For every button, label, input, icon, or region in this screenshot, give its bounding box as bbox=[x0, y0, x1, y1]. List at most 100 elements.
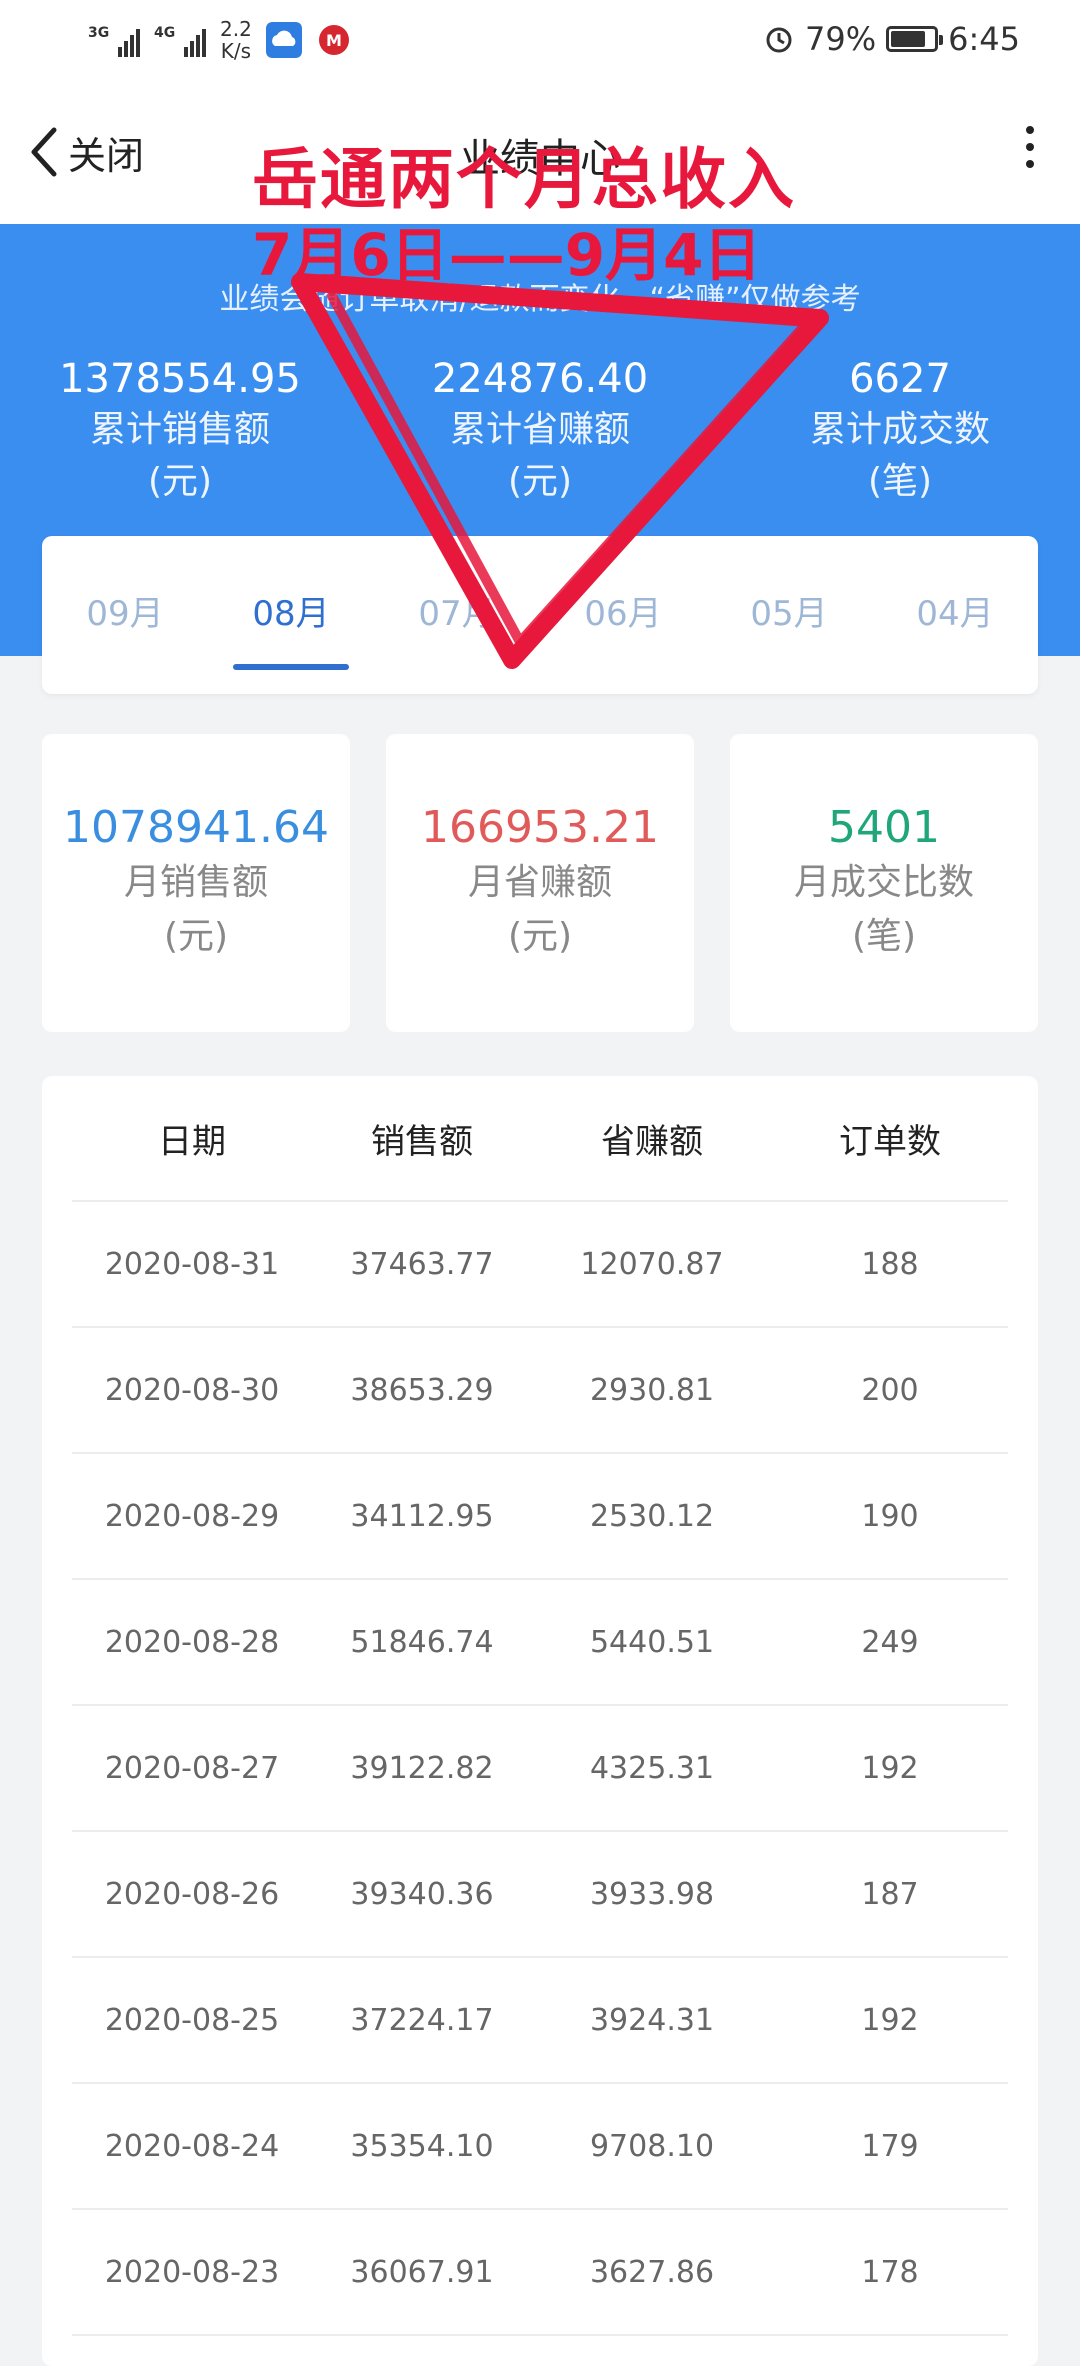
monthly-sales-value: 1078941.64 bbox=[63, 802, 329, 853]
cell-earnings: 4325.31 bbox=[589, 1750, 715, 1786]
tab-07[interactable]: 07月 bbox=[374, 536, 540, 694]
cell-date: 2020-08-23 bbox=[104, 2254, 280, 2290]
totals-row: 1378554.95 累计销售额 (元) 224876.40 累计省赚额 (元)… bbox=[0, 354, 1080, 508]
clock-time: 6:45 bbox=[948, 20, 1020, 58]
cell-earnings: 2530.12 bbox=[589, 1498, 715, 1534]
cell-sales: 51846.74 bbox=[350, 1624, 494, 1660]
cell-date: 2020-08-31 bbox=[104, 1246, 280, 1282]
header-orders: 订单数 bbox=[839, 1121, 941, 1162]
total-orders-unit: (笔) bbox=[867, 461, 933, 502]
cell-orders: 192 bbox=[861, 1750, 919, 1786]
svg-text:M: M bbox=[326, 31, 342, 50]
cell-date: 2020-08-30 bbox=[104, 1372, 280, 1408]
table-row[interactable]: 2020-08-31 37463.77 12070.87 188 bbox=[72, 1202, 1008, 1328]
more-dot-icon bbox=[1026, 143, 1034, 151]
cell-earnings: 9708.10 bbox=[589, 2128, 715, 2164]
monthly-earnings-label: 月省赚额 bbox=[467, 862, 612, 903]
cell-sales: 35354.10 bbox=[350, 2128, 494, 2164]
cell-orders: 178 bbox=[861, 2254, 919, 2290]
cell-orders: 179 bbox=[861, 2128, 919, 2164]
monthly-orders-unit: (笔) bbox=[851, 916, 917, 957]
cell-orders: 190 bbox=[861, 1498, 919, 1534]
status-right: 79% 6:45 bbox=[763, 20, 1020, 58]
cell-sales: 37224.17 bbox=[350, 2002, 494, 2038]
cell-orders: 200 bbox=[861, 1372, 919, 1408]
monthly-sales-card: 1078941.64 月销售额 (元) bbox=[42, 734, 350, 1032]
total-sales: 1378554.95 累计销售额 (元) bbox=[0, 354, 360, 508]
monthly-orders-card: 5401 月成交比数 (笔) bbox=[730, 734, 1038, 1032]
monthly-earnings-card: 166953.21 月省赚额 (元) bbox=[386, 734, 694, 1032]
network-type-1: 3G bbox=[88, 25, 110, 41]
tab-08[interactable]: 08月 bbox=[208, 536, 374, 694]
cloud-app-icon bbox=[265, 22, 302, 58]
signal-icon-2: 4G bbox=[154, 23, 206, 57]
total-earnings-label: 累计省赚额 bbox=[449, 409, 630, 450]
cell-sales: 39122.82 bbox=[350, 1750, 494, 1786]
table-row[interactable]: 2020-08-29 34112.95 2530.12 190 bbox=[72, 1454, 1008, 1580]
table-row[interactable]: 2020-08-28 51846.74 5440.51 249 bbox=[72, 1580, 1008, 1706]
header-sales: 销售额 bbox=[371, 1121, 473, 1162]
cell-date: 2020-08-25 bbox=[104, 2002, 280, 2038]
speed-unit: K/s bbox=[220, 39, 252, 63]
total-earnings-unit: (元) bbox=[507, 461, 573, 502]
total-sales-unit: (元) bbox=[147, 461, 213, 502]
more-menu-button[interactable] bbox=[1024, 126, 1036, 177]
alarm-icon bbox=[766, 27, 792, 53]
speed-value: 2.2 bbox=[220, 17, 252, 41]
cell-orders: 192 bbox=[861, 2002, 919, 2038]
battery-percent: 79% bbox=[805, 20, 877, 58]
network-speed: 2.2 K/s bbox=[220, 18, 252, 62]
table-row[interactable]: 2020-08-25 37224.17 3924.31 192 bbox=[72, 1958, 1008, 2084]
cell-sales: 36067.91 bbox=[350, 2254, 494, 2290]
header-date: 日期 bbox=[158, 1121, 226, 1162]
cell-earnings: 2930.81 bbox=[589, 1372, 715, 1408]
table-row[interactable]: 2020-08-24 35354.10 9708.10 179 bbox=[72, 2084, 1008, 2210]
cell-date: 2020-08-24 bbox=[104, 2128, 280, 2164]
more-dot-icon bbox=[1026, 126, 1034, 134]
table-row[interactable]: 2020-08-27 39122.82 4325.31 192 bbox=[72, 1706, 1008, 1832]
annotation-date-range: 7月6日——9月4日 bbox=[252, 221, 762, 289]
table-row[interactable]: 2020-08-30 38653.29 2930.81 200 bbox=[72, 1328, 1008, 1454]
month-tabs: 09月 08月 07月 06月 05月 04月 bbox=[42, 536, 1038, 694]
monthly-orders-label: 月成交比数 bbox=[793, 862, 974, 903]
total-orders-label: 累计成交数 bbox=[809, 409, 990, 450]
table-header: 日期 销售额 省赚额 订单数 bbox=[72, 1076, 1008, 1202]
monthly-sales-unit: (元) bbox=[163, 916, 229, 957]
signal-icon: 3G bbox=[88, 23, 140, 57]
cell-orders: 187 bbox=[861, 1876, 919, 1912]
cell-date: 2020-08-28 bbox=[104, 1624, 280, 1660]
network-type-2: 4G bbox=[154, 25, 176, 41]
cell-sales: 34112.95 bbox=[350, 1498, 494, 1534]
tab-06[interactable]: 06月 bbox=[540, 536, 706, 694]
more-dot-icon bbox=[1026, 160, 1034, 168]
cell-earnings: 3627.86 bbox=[589, 2254, 715, 2290]
total-sales-label: 累计销售额 bbox=[89, 409, 270, 450]
total-orders-value: 6627 bbox=[849, 356, 951, 402]
cell-earnings: 3924.31 bbox=[589, 2002, 715, 2038]
tab-04[interactable]: 04月 bbox=[872, 536, 1038, 694]
header-earnings: 省赚额 bbox=[601, 1121, 703, 1162]
status-left: 3G 4G 2.2 K/s M bbox=[88, 18, 352, 62]
daily-table: 日期 销售额 省赚额 订单数 2020-08-31 37463.77 12070… bbox=[42, 1076, 1038, 2366]
monthly-cards: 1078941.64 月销售额 (元) 166953.21 月省赚额 (元) 5… bbox=[42, 734, 1038, 1032]
table-row[interactable]: 2020-08-26 39340.36 3933.98 187 bbox=[72, 1832, 1008, 1958]
tab-05[interactable]: 05月 bbox=[706, 536, 872, 694]
cell-earnings: 3933.98 bbox=[589, 1876, 715, 1912]
cell-earnings: 12070.87 bbox=[580, 1246, 724, 1282]
cell-sales: 37463.77 bbox=[350, 1246, 494, 1282]
cell-orders: 249 bbox=[861, 1624, 919, 1660]
status-bar: 3G 4G 2.2 K/s M 79% 6:45 bbox=[0, 0, 1080, 80]
cell-date: 2020-08-29 bbox=[104, 1498, 280, 1534]
monthly-sales-label: 月销售额 bbox=[123, 862, 268, 903]
bank-app-icon: M bbox=[318, 25, 349, 55]
monthly-earnings-unit: (元) bbox=[507, 916, 573, 957]
cell-date: 2020-08-27 bbox=[104, 1750, 280, 1786]
table-row[interactable]: 2020-08-23 36067.91 3627.86 178 bbox=[72, 2210, 1008, 2336]
cell-sales: 39340.36 bbox=[350, 1876, 494, 1912]
cell-earnings: 5440.51 bbox=[589, 1624, 715, 1660]
tab-09[interactable]: 09月 bbox=[42, 536, 208, 694]
monthly-earnings-value: 166953.21 bbox=[421, 802, 659, 853]
monthly-orders-value: 5401 bbox=[828, 802, 940, 853]
cell-date: 2020-08-26 bbox=[104, 1876, 280, 1912]
cell-orders: 188 bbox=[861, 1246, 919, 1282]
